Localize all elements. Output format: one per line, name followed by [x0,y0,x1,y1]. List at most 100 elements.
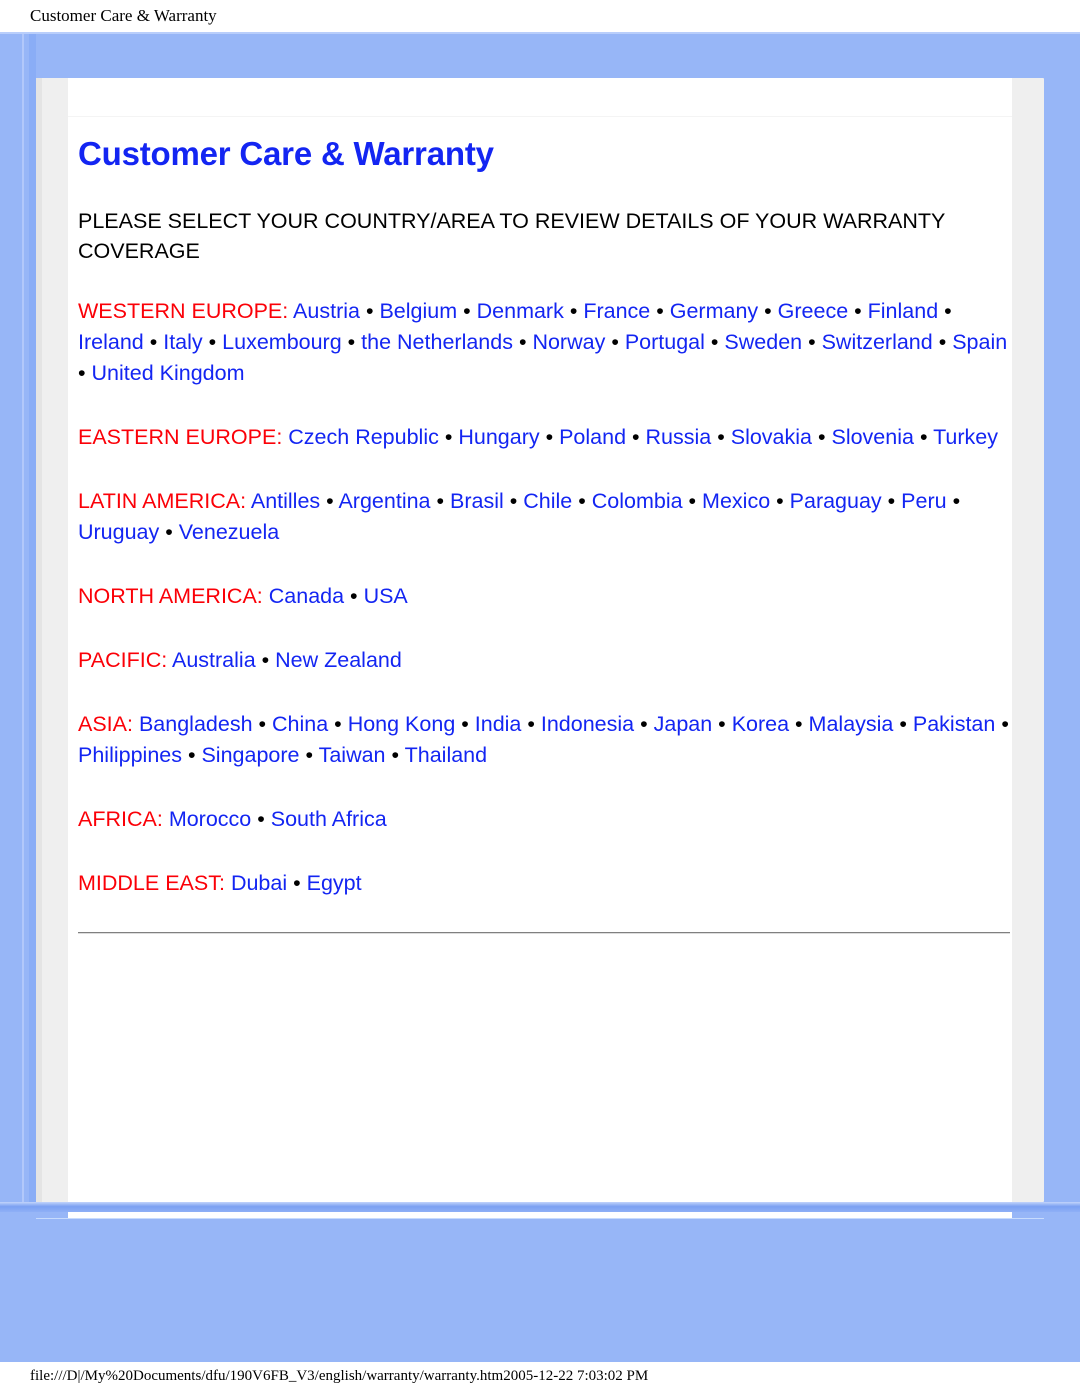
bullet-separator: • [605,330,625,354]
country-link[interactable]: Colombia [592,489,683,513]
print-footer-path: file:///D|/My%20Documents/dfu/190V6FB_V3… [30,1368,649,1384]
country-link[interactable]: United Kingdom [92,361,245,385]
page-title: Customer Care & Warranty [78,135,494,172]
bullet-separator: • [438,425,459,449]
country-link[interactable]: Argentina [338,489,430,513]
country-link[interactable]: Greece [778,299,849,323]
bullet-separator: • [893,712,913,736]
country-link[interactable]: Bangladesh [139,712,253,736]
gutter-accent-line-outer [22,34,24,1204]
country-link[interactable]: Morocco [169,807,251,831]
bullet-separator: • [159,520,179,544]
country-link[interactable]: Norway [532,330,605,354]
country-link[interactable]: Belgium [379,299,457,323]
region-label: WESTERN EUROPE: [78,299,289,323]
country-link[interactable]: Brasil [450,489,504,513]
bullet-separator: • [385,743,405,767]
country-link[interactable]: Slovakia [731,425,812,449]
country-link[interactable]: Spain [952,330,1007,354]
country-link[interactable]: Hong Kong [348,712,456,736]
region-row: WESTERN EUROPE: Austria • Belgium • Denm… [78,296,1013,389]
country-link[interactable]: Switzerland [822,330,933,354]
bullet-separator: • [563,299,584,323]
bullet-separator: • [344,584,364,608]
country-link[interactable]: Denmark [477,299,564,323]
country-link[interactable]: New Zealand [275,648,402,672]
country-link[interactable]: Italy [163,330,202,354]
country-link[interactable]: Malaysia [809,712,894,736]
region-label: ASIA: [78,712,133,736]
country-link[interactable]: Turkey [933,425,998,449]
region-label: EASTERN EUROPE: [78,425,283,449]
region-row: NORTH AMERICA: Canada • USA [78,581,1013,612]
country-link[interactable]: Venezuela [179,520,279,544]
region-list: WESTERN EUROPE: Austria • Belgium • Denm… [78,296,1013,899]
country-link[interactable]: Portugal [625,330,705,354]
country-link[interactable]: Korea [732,712,789,736]
country-link[interactable]: Canada [269,584,344,608]
bullet-separator: • [341,330,362,354]
bullet-separator: • [455,712,475,736]
bullet-separator: • [503,489,524,513]
country-link[interactable]: Chile [523,489,572,513]
country-link[interactable]: France [583,299,650,323]
bullet-separator: • [650,299,670,323]
region-row: AFRICA: Morocco • South Africa [78,804,1013,835]
bullet-separator: • [938,299,952,323]
bullet-separator: • [770,489,790,513]
country-link[interactable]: Australia [172,648,256,672]
country-link[interactable]: Finland [868,299,939,323]
country-link[interactable]: Antilles [251,489,320,513]
country-link[interactable]: Hungary [458,425,539,449]
document-content: Customer Care & Warranty PLEASE SELECT Y… [78,134,1013,934]
country-link[interactable]: Singapore [201,743,299,767]
bullet-separator: • [328,712,348,736]
country-link[interactable]: Poland [559,425,626,449]
canvas-bottom-rule [0,1202,1080,1212]
intro-paragraph: PLEASE SELECT YOUR COUNTRY/AREA TO REVIE… [78,209,945,263]
country-link[interactable]: Uruguay [78,520,159,544]
country-link[interactable]: Russia [646,425,712,449]
country-link[interactable]: Ireland [78,330,144,354]
region-row: EASTERN EUROPE: Czech Republic • Hungary… [78,422,1013,453]
region-row: ASIA: Bangladesh • China • Hong Kong • I… [78,709,1013,771]
bullet-separator: • [430,489,450,513]
region-row: MIDDLE EAST: Dubai • Egypt [78,868,1013,899]
bullet-separator: • [758,299,778,323]
country-link[interactable]: South Africa [271,807,387,831]
country-link[interactable]: Paraguay [790,489,882,513]
country-link[interactable]: Indonesia [541,712,634,736]
country-link[interactable]: Peru [901,489,946,513]
country-link[interactable]: India [475,712,522,736]
country-link[interactable]: Taiwan [319,743,386,767]
country-link[interactable]: Luxembourg [222,330,342,354]
print-header: Customer Care & Warranty [0,0,1080,32]
bullet-separator: • [946,489,961,513]
bullet-separator: • [932,330,953,354]
country-link[interactable]: Philippines [78,743,182,767]
bullet-separator: • [711,425,731,449]
country-link[interactable]: Slovenia [831,425,913,449]
bullet-separator: • [251,807,271,831]
country-link[interactable]: Japan [654,712,713,736]
print-footer: file:///D|/My%20Documents/dfu/190V6FB_V3… [0,1362,1080,1397]
country-link[interactable]: Czech Republic [288,425,439,449]
bullet-separator: • [634,712,654,736]
region-row: LATIN AMERICA: Antilles • Argentina • Br… [78,486,1013,548]
country-link[interactable]: Pakistan [913,712,995,736]
country-link[interactable]: Austria [293,299,360,323]
country-link[interactable]: USA [364,584,408,608]
bullet-separator: • [78,361,92,385]
country-link[interactable]: China [272,712,328,736]
country-link[interactable]: the Netherlands [361,330,513,354]
page-sheet-edge-left [36,78,42,1202]
country-link[interactable]: Germany [670,299,758,323]
country-link[interactable]: Egypt [307,871,362,895]
country-link[interactable]: Sweden [724,330,802,354]
region-label: PACIFIC: [78,648,168,672]
country-link[interactable]: Mexico [702,489,770,513]
country-link[interactable]: Thailand [405,743,487,767]
country-link[interactable]: Dubai [231,871,287,895]
bullet-separator: • [712,712,732,736]
bullet-separator: • [299,743,319,767]
